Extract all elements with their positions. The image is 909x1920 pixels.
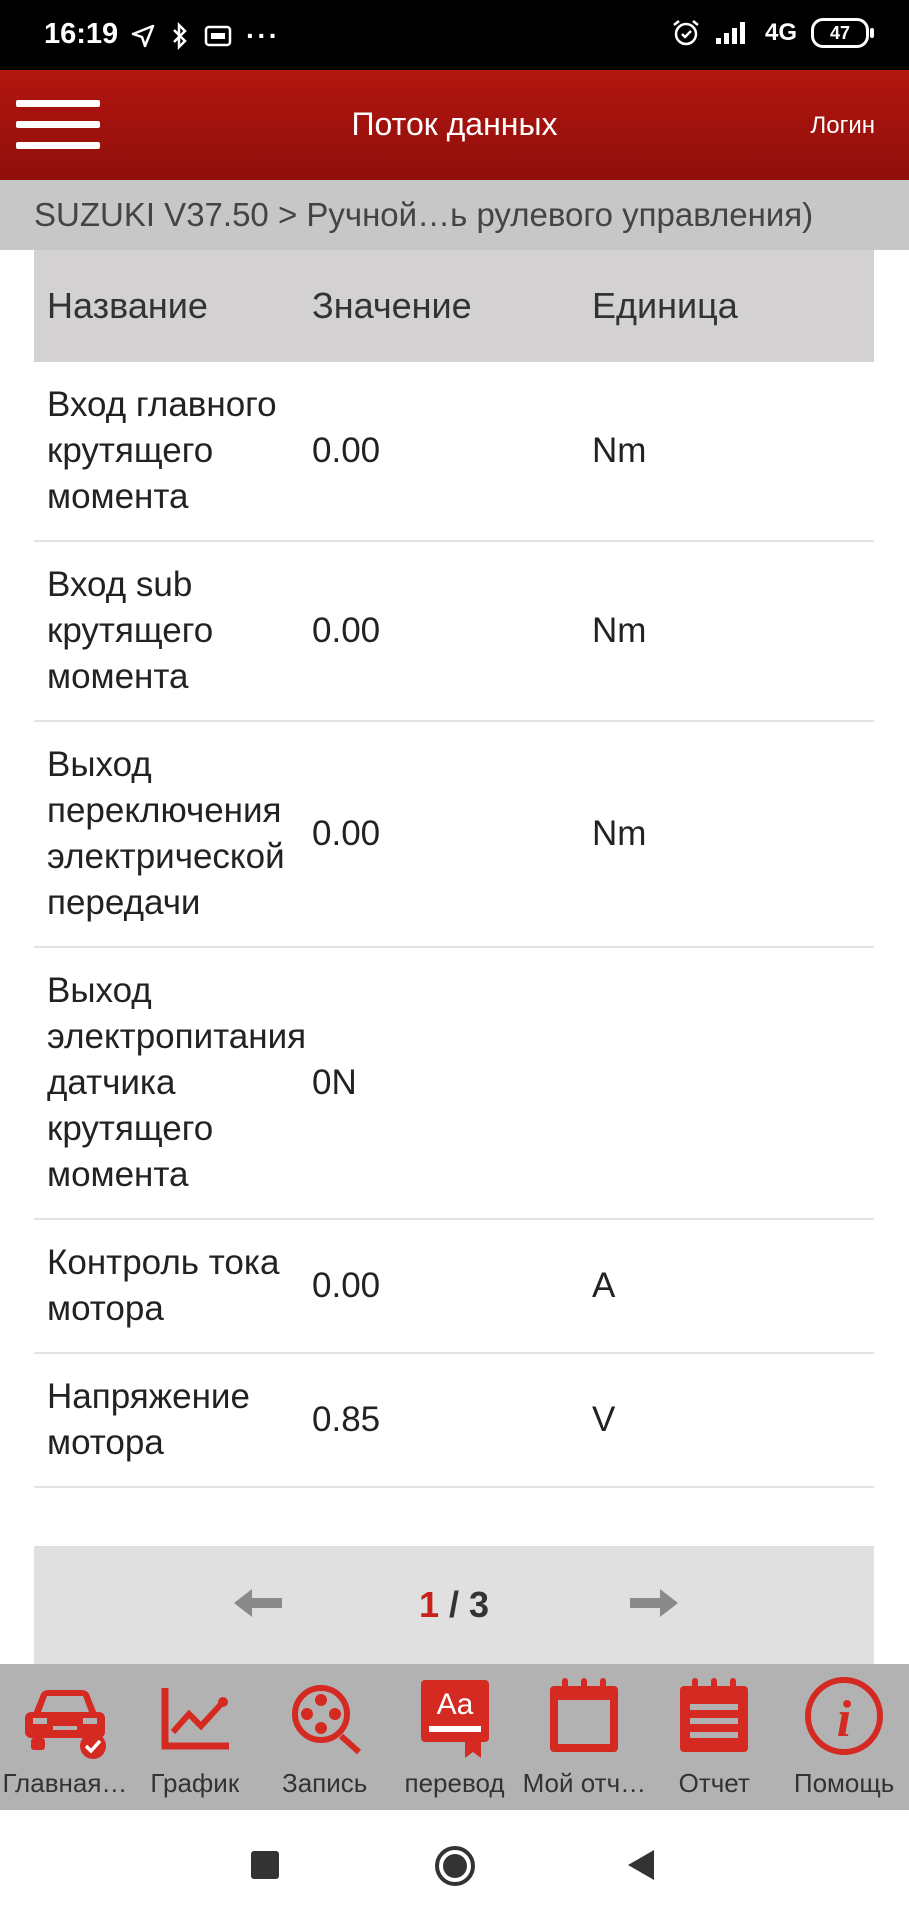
status-time: 16:19 (44, 18, 119, 50)
tool-graph[interactable]: График (130, 1664, 260, 1810)
row-unit: A (592, 1266, 616, 1305)
header-unit: Единица (592, 285, 738, 326)
tool-label: График (150, 1768, 240, 1798)
row-name: Вход главного крутящего момента (47, 385, 277, 516)
tool-label: Запись (281, 1768, 368, 1798)
status-right: 4G 47 (671, 18, 874, 48)
svg-text:Aa: Aa (436, 1688, 473, 1721)
row-value: 0N (312, 1063, 357, 1102)
row-name: Выход переключения электрической передач… (47, 745, 285, 922)
breadcrumb: SUZUKI V37.50 > Ручной…ь рулевого управл… (0, 180, 909, 250)
row-name: Выход электропитания датчика крутящего м… (47, 971, 307, 1194)
status-left-icons: ··· (130, 20, 280, 52)
record-icon (291, 1685, 361, 1755)
bottom-toolbar: Главная… График Запись Aa перевод Мой от… (0, 1664, 909, 1810)
table-row[interactable]: Выход электропитания датчика крутящего м… (34, 948, 874, 1220)
table-row[interactable]: Вход sub крутящего момента 0.00 Nm (34, 542, 874, 722)
car-icon (24, 1690, 106, 1759)
tool-my-report[interactable]: Мой отч… (519, 1664, 649, 1810)
table-row[interactable]: Контроль тока мотора 0.00 A (34, 1220, 874, 1354)
battery-icon: 47 (811, 18, 874, 48)
row-value: 0.00 (312, 1266, 381, 1305)
page-indicator: 1 / 3 (34, 1584, 874, 1626)
row-value: 0.85 (312, 1400, 381, 1439)
header-name: Название (47, 285, 208, 326)
more-dots-icon: ··· (246, 20, 280, 51)
row-unit: Nm (592, 814, 647, 853)
tool-home[interactable]: Главная… (0, 1664, 130, 1810)
svg-text:i: i (837, 1691, 852, 1748)
page-total: 3 (469, 1584, 490, 1625)
tool-label: Главная… (2, 1768, 128, 1798)
table-row[interactable]: Напряжение мотора 0.85 V (34, 1354, 874, 1488)
row-value: 0.00 (312, 611, 381, 650)
row-value: 0.00 (312, 431, 381, 470)
tool-translate[interactable]: Aa перевод (390, 1664, 520, 1810)
status-bar: 16:19 ··· 4G 47 (0, 0, 909, 70)
alarm-icon (673, 20, 699, 46)
pagination: 1 / 3 (34, 1546, 874, 1664)
report-icon (680, 1678, 749, 1752)
tool-label: Отчет (678, 1768, 750, 1798)
header-value: Значение (312, 285, 472, 326)
vpn-icon (204, 25, 232, 47)
tool-help[interactable]: i Помощь (779, 1664, 909, 1810)
table-header: Название Значение Единица (34, 250, 874, 362)
tool-report[interactable]: Отчет (649, 1664, 779, 1810)
system-nav-bar (0, 1810, 909, 1920)
row-unit: Nm (592, 431, 647, 470)
table-row[interactable]: Выход переключения электрической передач… (34, 722, 874, 948)
recent-apps-icon[interactable] (250, 1850, 280, 1880)
network-type: 4G (764, 19, 797, 46)
row-value: 0.00 (312, 814, 381, 853)
row-unit: V (592, 1400, 616, 1439)
home-icon[interactable] (433, 1844, 477, 1888)
login-link[interactable]: Логин (810, 112, 875, 140)
tool-label: перевод (404, 1768, 505, 1798)
page-separator: / (438, 1584, 469, 1625)
row-name: Вход sub крутящего момента (47, 565, 214, 696)
location-arrow-icon (131, 24, 155, 48)
next-page-arrow-icon[interactable] (628, 1586, 680, 1620)
data-stream-table: Название Значение Единица Вход главного … (34, 250, 874, 1488)
row-name: Напряжение мотора (47, 1377, 250, 1462)
app-header: Поток данных Логин (0, 70, 909, 180)
row-name: Контроль тока мотора (47, 1243, 280, 1328)
graph-icon (161, 1688, 229, 1750)
page-current: 1 (418, 1584, 439, 1625)
help-icon: i (805, 1677, 884, 1755)
bluetooth-icon (173, 22, 187, 50)
translate-icon: Aa (420, 1680, 489, 1758)
row-unit: Nm (592, 611, 647, 650)
page-title: Поток данных (351, 106, 558, 142)
my-report-icon (550, 1678, 619, 1752)
table-row[interactable]: Вход главного крутящего момента 0.00 Nm (34, 362, 874, 542)
signal-icon (715, 22, 745, 44)
tool-label: Помощь (793, 1768, 895, 1798)
tool-label: Мой отч… (522, 1768, 647, 1798)
tool-record[interactable]: Запись (260, 1664, 390, 1810)
back-icon[interactable] (626, 1848, 656, 1882)
